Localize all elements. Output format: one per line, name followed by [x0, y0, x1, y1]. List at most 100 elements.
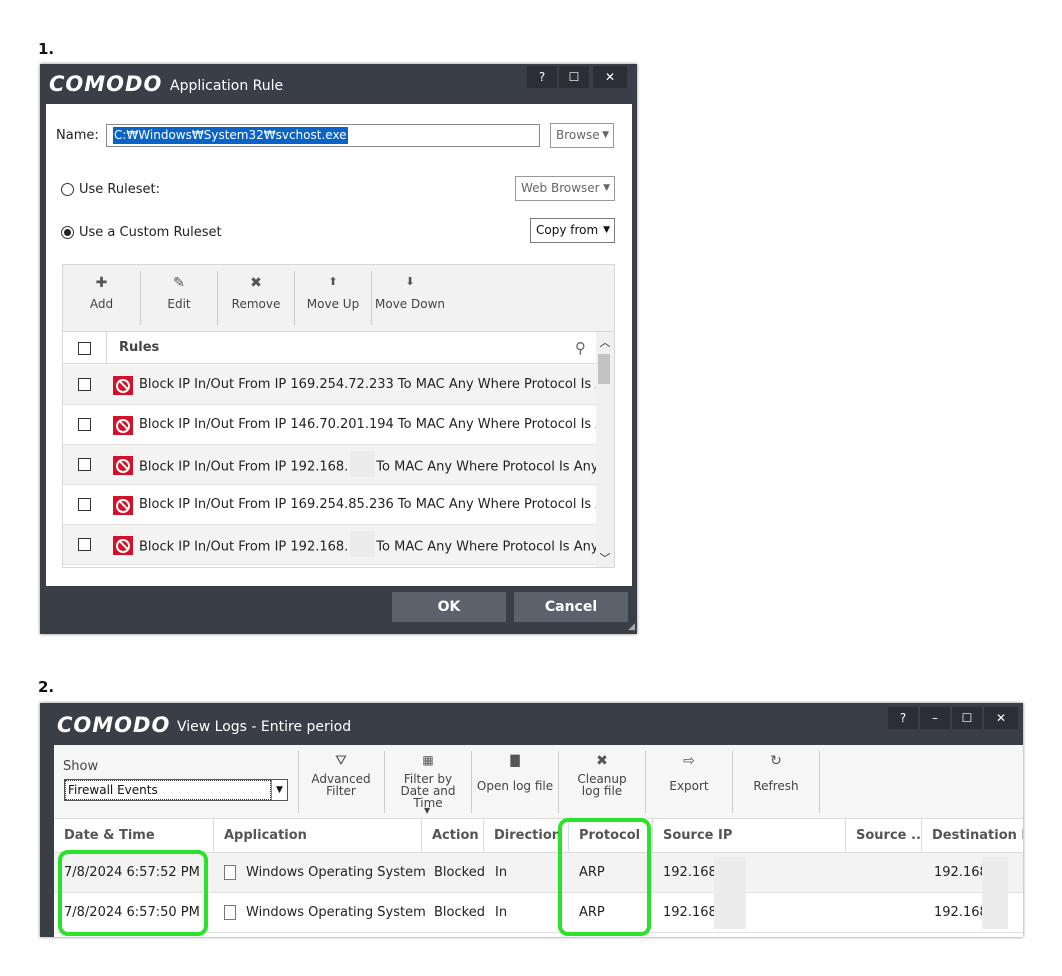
cleanup-log-file-label: Cleanup log file: [577, 772, 627, 798]
chevron-down-icon: ▼: [603, 225, 610, 235]
select-all-checkbox[interactable]: [78, 342, 91, 355]
column-source-ip[interactable]: Source IP: [653, 819, 846, 853]
show-select[interactable]: Firewall Events ▼: [64, 779, 288, 801]
redacted-area: [982, 857, 1008, 893]
copy-from-dropdown[interactable]: Copy from ▼: [530, 218, 615, 243]
filter-by-date-button[interactable]: ▦ Filter by Date and Time ▼: [385, 745, 471, 819]
dialog-body: Name: C:₩Windows₩System32₩svchost.exe Br…: [46, 104, 632, 586]
move-down-button[interactable]: ⬇ Move Down: [372, 265, 448, 331]
name-value: C:₩Windows₩System32₩svchost.exe: [113, 127, 348, 144]
use-ruleset-label: Use Ruleset:: [79, 182, 160, 197]
use-ruleset-radio[interactable]: [61, 183, 74, 196]
block-icon: [113, 376, 133, 395]
rule-text-end: To MAC Any Where Protocol Is Any: [376, 459, 599, 475]
use-custom-ruleset-label: Use a Custom Ruleset: [79, 225, 222, 240]
rules-scrollbar[interactable]: ︿ ﹀: [596, 332, 614, 567]
rule-row[interactable]: Block IP In/Out From IP 146.70.201.194 T…: [63, 405, 614, 445]
remove-button[interactable]: ✖ Remove: [218, 265, 294, 331]
rule-text-start: Block IP In/Out From IP 146.70.201.194 T…: [139, 417, 615, 432]
show-select-focus: [65, 780, 271, 800]
column-application[interactable]: Application: [214, 819, 422, 853]
use-custom-ruleset-radio[interactable]: [61, 226, 74, 239]
filter-by-date-label: Filter by Date and Time: [400, 772, 456, 810]
help-button[interactable]: ?: [888, 707, 918, 729]
resize-grip-icon[interactable]: ◢: [628, 622, 635, 632]
rule-row[interactable]: Block IP In/Out From IP 169.254.85.236 T…: [63, 485, 614, 525]
redacted-area: [714, 893, 746, 929]
refresh-button[interactable]: ↻ Refresh: [733, 745, 819, 819]
rule-row[interactable]: Block IP In/Out From IP 192.168. To MAC A…: [63, 525, 599, 565]
rule-text-start: Block IP In/Out From IP 169.254.85.236 T…: [139, 497, 615, 512]
cancel-button[interactable]: Cancel: [514, 592, 628, 622]
close-button[interactable]: ✕: [593, 66, 627, 88]
copy-from-label: Copy from: [536, 223, 599, 237]
show-label: Show: [63, 759, 99, 774]
move-up-button[interactable]: ⬆ Move Up: [295, 265, 371, 331]
open-log-file-button[interactable]: ▇ Open log file: [472, 745, 558, 819]
column-source-port[interactable]: Source ...: [846, 819, 926, 853]
column-direction[interactable]: Direction: [484, 819, 569, 853]
rule-checkbox[interactable]: [78, 378, 91, 391]
column-date-time[interactable]: Date & Time: [54, 819, 214, 853]
plus-icon: ✚: [95, 275, 108, 291]
export-button[interactable]: ⇨ Export: [646, 745, 732, 819]
add-label: Add: [89, 297, 114, 311]
rule-text-end: To MAC Any Where Protocol Is Any: [376, 539, 599, 555]
header-divider: [106, 332, 107, 364]
log-action: Blocked: [434, 865, 485, 880]
rule-text: Block IP In/Out From IP 146.70.201.194 T…: [139, 417, 615, 432]
minimize-button[interactable]: –: [920, 707, 950, 729]
scroll-down-icon[interactable]: ﹀: [596, 550, 614, 566]
scroll-thumb[interactable]: [598, 354, 610, 384]
maximize-button[interactable]: ☐: [559, 66, 589, 88]
rule-checkbox[interactable]: [78, 498, 91, 511]
name-input[interactable]: C:₩Windows₩System32₩svchost.exe: [106, 124, 540, 147]
browse-dropdown[interactable]: Browse ▼: [550, 123, 614, 148]
close-button[interactable]: ✕: [984, 707, 1018, 729]
redacted-area: [350, 531, 375, 557]
rule-checkbox[interactable]: [78, 458, 91, 471]
log-source-ip: 192.168.: [663, 905, 721, 920]
maximize-button[interactable]: ☐: [952, 707, 982, 729]
arrow-down-icon: ⬇: [405, 275, 415, 288]
log-direction: In: [495, 905, 508, 920]
funnel-icon: ⛛: [335, 753, 347, 769]
block-icon: [113, 456, 133, 475]
protocol-highlight: [558, 818, 651, 936]
rule-text-start: Block IP In/Out From IP 169.254.72.233 T…: [139, 377, 615, 392]
step-label-1: 1.: [38, 40, 55, 58]
advanced-filter-button[interactable]: ⛛ Advanced Filter: [299, 745, 383, 819]
help-button[interactable]: ?: [527, 66, 557, 88]
chevron-down-icon[interactable]: ▼: [271, 780, 287, 800]
toolbar-divider: [819, 751, 820, 813]
add-button[interactable]: ✚ Add: [63, 265, 140, 331]
rule-row[interactable]: Block IP In/Out From IP 169.254.72.233 T…: [63, 365, 614, 405]
comodo-logo: COMODO: [49, 72, 163, 96]
edit-button[interactable]: ✎ Edit: [141, 265, 217, 331]
ruleset-dropdown[interactable]: Web Browser ▼: [515, 176, 615, 201]
log-source-ip: 192.168.: [663, 865, 721, 880]
rule-text-start: Block IP In/Out From IP 192.168.: [139, 459, 349, 475]
search-icon[interactable]: ⚲: [575, 339, 586, 357]
cleanup-log-file-button[interactable]: ✖ Cleanup log file: [559, 745, 645, 819]
rule-checkbox[interactable]: [78, 538, 91, 551]
column-action[interactable]: Action: [422, 819, 484, 853]
ok-button[interactable]: OK: [392, 592, 506, 622]
rule-row[interactable]: Block IP In/Out From IP 192.168. To MAC A…: [63, 445, 599, 485]
refresh-icon: ↻: [770, 753, 782, 769]
x-icon: ✖: [596, 753, 608, 769]
block-icon: [113, 496, 133, 515]
log-application: Windows Operating System: [246, 865, 426, 880]
rules-toolbar: ✚ Add ✎ Edit ✖ Remove ⬆ Move Up ⬇ Move D…: [62, 264, 615, 332]
scroll-up-icon[interactable]: ︿: [596, 334, 614, 350]
move-down-label: Move Down: [375, 297, 445, 311]
column-destination-ip[interactable]: Destination IP: [922, 819, 1023, 853]
logs-toolbar: Show Firewall Events ▼ ⛛ Advanced Filter…: [54, 745, 1023, 819]
move-up-label: Move Up: [306, 297, 360, 311]
rule-checkbox[interactable]: [78, 418, 91, 431]
export-icon: ⇨: [683, 753, 695, 769]
rules-header: Rules ⚲: [63, 332, 597, 364]
x-icon: ✖: [250, 275, 262, 291]
browse-label: Browse: [556, 128, 600, 142]
block-icon: [113, 416, 133, 435]
